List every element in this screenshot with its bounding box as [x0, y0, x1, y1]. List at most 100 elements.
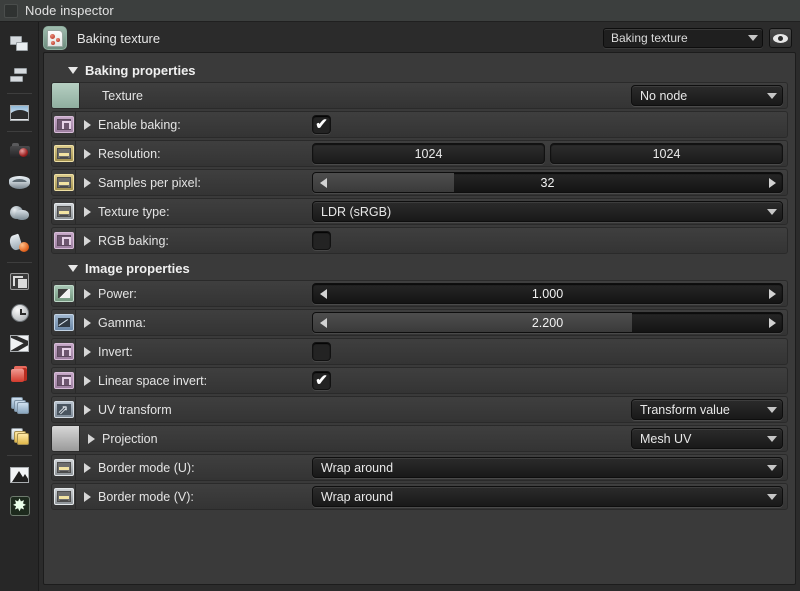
slider-control[interactable]: 2.200 — [312, 312, 783, 333]
group-header-0: Baking properties — [51, 58, 788, 82]
rail-item-effects[interactable]: ✸ — [0, 490, 39, 521]
panel-icon — [4, 3, 18, 18]
rail-item-image[interactable] — [0, 97, 39, 128]
chevron-right-icon[interactable] — [83, 462, 91, 473]
node-selector-dropdown[interactable]: Baking texture — [603, 28, 763, 48]
chevron-right-icon[interactable] — [83, 346, 91, 357]
rail-item-camera[interactable] — [0, 135, 39, 166]
property-row: Power: 1.000 — [51, 280, 788, 307]
dropdown-control[interactable]: Mesh UV — [631, 428, 783, 449]
dropdown-control[interactable]: Transform value — [631, 399, 783, 420]
row-field — [312, 228, 787, 253]
chevron-right-icon[interactable] — [83, 404, 91, 415]
slider-increment-arrow[interactable] — [762, 178, 782, 188]
rail-item-cache[interactable] — [0, 421, 39, 452]
slider-control[interactable]: 32 — [312, 172, 783, 193]
gradient-swatch-icon — [53, 285, 74, 302]
row-expand-toggle[interactable] — [76, 141, 98, 166]
chevron-right-icon[interactable] — [87, 433, 95, 444]
property-row: Resolution: 1024 1024 — [51, 140, 788, 167]
row-label: Texture — [102, 88, 143, 103]
chevron-down-icon[interactable] — [68, 66, 78, 74]
row-label: Border mode (U): — [98, 460, 195, 475]
rail-divider — [6, 131, 32, 132]
row-expand-toggle[interactable] — [76, 112, 98, 137]
number-input[interactable]: 1024 — [312, 143, 545, 164]
row-expand-toggle[interactable] — [76, 484, 98, 509]
slider-decrement-arrow[interactable] — [313, 178, 333, 188]
rail-item-time[interactable] — [0, 297, 39, 328]
checkbox-checked[interactable]: ✔ — [312, 371, 331, 390]
row-label: Invert: — [98, 344, 133, 359]
slider-increment-arrow[interactable] — [762, 318, 782, 328]
rail-item-object[interactable] — [0, 359, 39, 390]
rail-item-noise[interactable] — [0, 328, 39, 359]
dropdown-control[interactable]: Wrap around — [312, 486, 783, 507]
rail-item-surface[interactable] — [0, 197, 39, 228]
rail-item-crop[interactable] — [0, 266, 39, 297]
row-swatch — [52, 228, 76, 253]
coil-icon — [9, 172, 31, 192]
row-expand-toggle[interactable] — [76, 228, 98, 253]
row-expand-toggle[interactable] — [76, 170, 98, 195]
chevron-right-icon[interactable] — [83, 235, 91, 246]
rail-item-histogram[interactable] — [0, 459, 39, 490]
row-expand-toggle[interactable] — [76, 455, 98, 480]
slider-increment-arrow[interactable] — [762, 289, 782, 299]
checkbox-unchecked[interactable] — [312, 342, 331, 361]
rail-item-bars[interactable] — [0, 59, 39, 90]
checkbox-checked[interactable]: ✔ — [312, 115, 331, 134]
rail-item-material[interactable] — [0, 228, 39, 259]
rail-item-geometry[interactable] — [0, 166, 39, 197]
row-swatch — [52, 368, 76, 393]
dropdown-control[interactable]: Wrap around — [312, 457, 783, 478]
chevron-right-icon[interactable] — [83, 288, 91, 299]
visibility-toggle-button[interactable] — [769, 28, 792, 48]
row-swatch — [52, 397, 76, 422]
group-title: Baking properties — [85, 62, 196, 78]
row-expand-toggle[interactable] — [76, 397, 98, 422]
connector-swatch-icon — [53, 343, 74, 360]
drop-icon — [7, 233, 31, 254]
connector-swatch-icon — [53, 116, 74, 133]
row-expand-toggle[interactable] — [76, 199, 98, 224]
chevron-right-icon[interactable] — [83, 177, 91, 188]
chevron-right-icon[interactable] — [83, 491, 91, 502]
row-field — [312, 339, 787, 364]
row-swatch — [52, 310, 76, 335]
curve-swatch-icon — [53, 314, 74, 331]
row-expand-toggle[interactable] — [80, 426, 102, 451]
left-toolbar-rail[interactable]: ✸ — [0, 22, 39, 591]
number-input[interactable]: 1024 — [550, 143, 783, 164]
dropdown-value: Wrap around — [321, 460, 394, 475]
slider-control[interactable]: 1.000 — [312, 283, 783, 304]
chevron-down-icon — [767, 493, 777, 500]
chevron-right-icon[interactable] — [83, 317, 91, 328]
slider-value: 32 — [540, 175, 555, 190]
row-expand-toggle[interactable] — [76, 310, 98, 335]
slider-decrement-arrow[interactable] — [313, 289, 333, 299]
node-inspector-window: Node inspector ✸ Baking texture Baking t… — [0, 0, 800, 591]
slider-decrement-arrow[interactable] — [313, 318, 333, 328]
chevron-right-icon[interactable] — [83, 119, 91, 130]
dropdown-control[interactable]: LDR (sRGB) — [312, 201, 783, 222]
camera-icon — [9, 141, 31, 161]
chevron-right-icon[interactable] — [83, 375, 91, 386]
chevron-right-icon[interactable] — [83, 206, 91, 217]
row-label: Enable baking: — [98, 117, 181, 132]
dropdown-value: Wrap around — [321, 489, 394, 504]
coil2-icon — [9, 203, 31, 223]
row-field: Mesh UV — [316, 426, 787, 451]
histogram-icon — [9, 465, 31, 485]
row-expand-toggle[interactable] — [76, 339, 98, 364]
dropdown-control[interactable]: No node — [631, 85, 783, 106]
checkbox-unchecked[interactable] — [312, 231, 331, 250]
row-expand-toggle[interactable] — [76, 281, 98, 306]
rail-item-windows[interactable] — [0, 28, 39, 59]
row-expand-toggle[interactable] — [76, 368, 98, 393]
group-title: Image properties — [85, 260, 190, 276]
rail-item-stack[interactable] — [0, 390, 39, 421]
properties-panel: Baking properties Texture No node Enable ba… — [43, 52, 796, 585]
chevron-down-icon[interactable] — [68, 264, 78, 272]
chevron-right-icon[interactable] — [83, 148, 91, 159]
